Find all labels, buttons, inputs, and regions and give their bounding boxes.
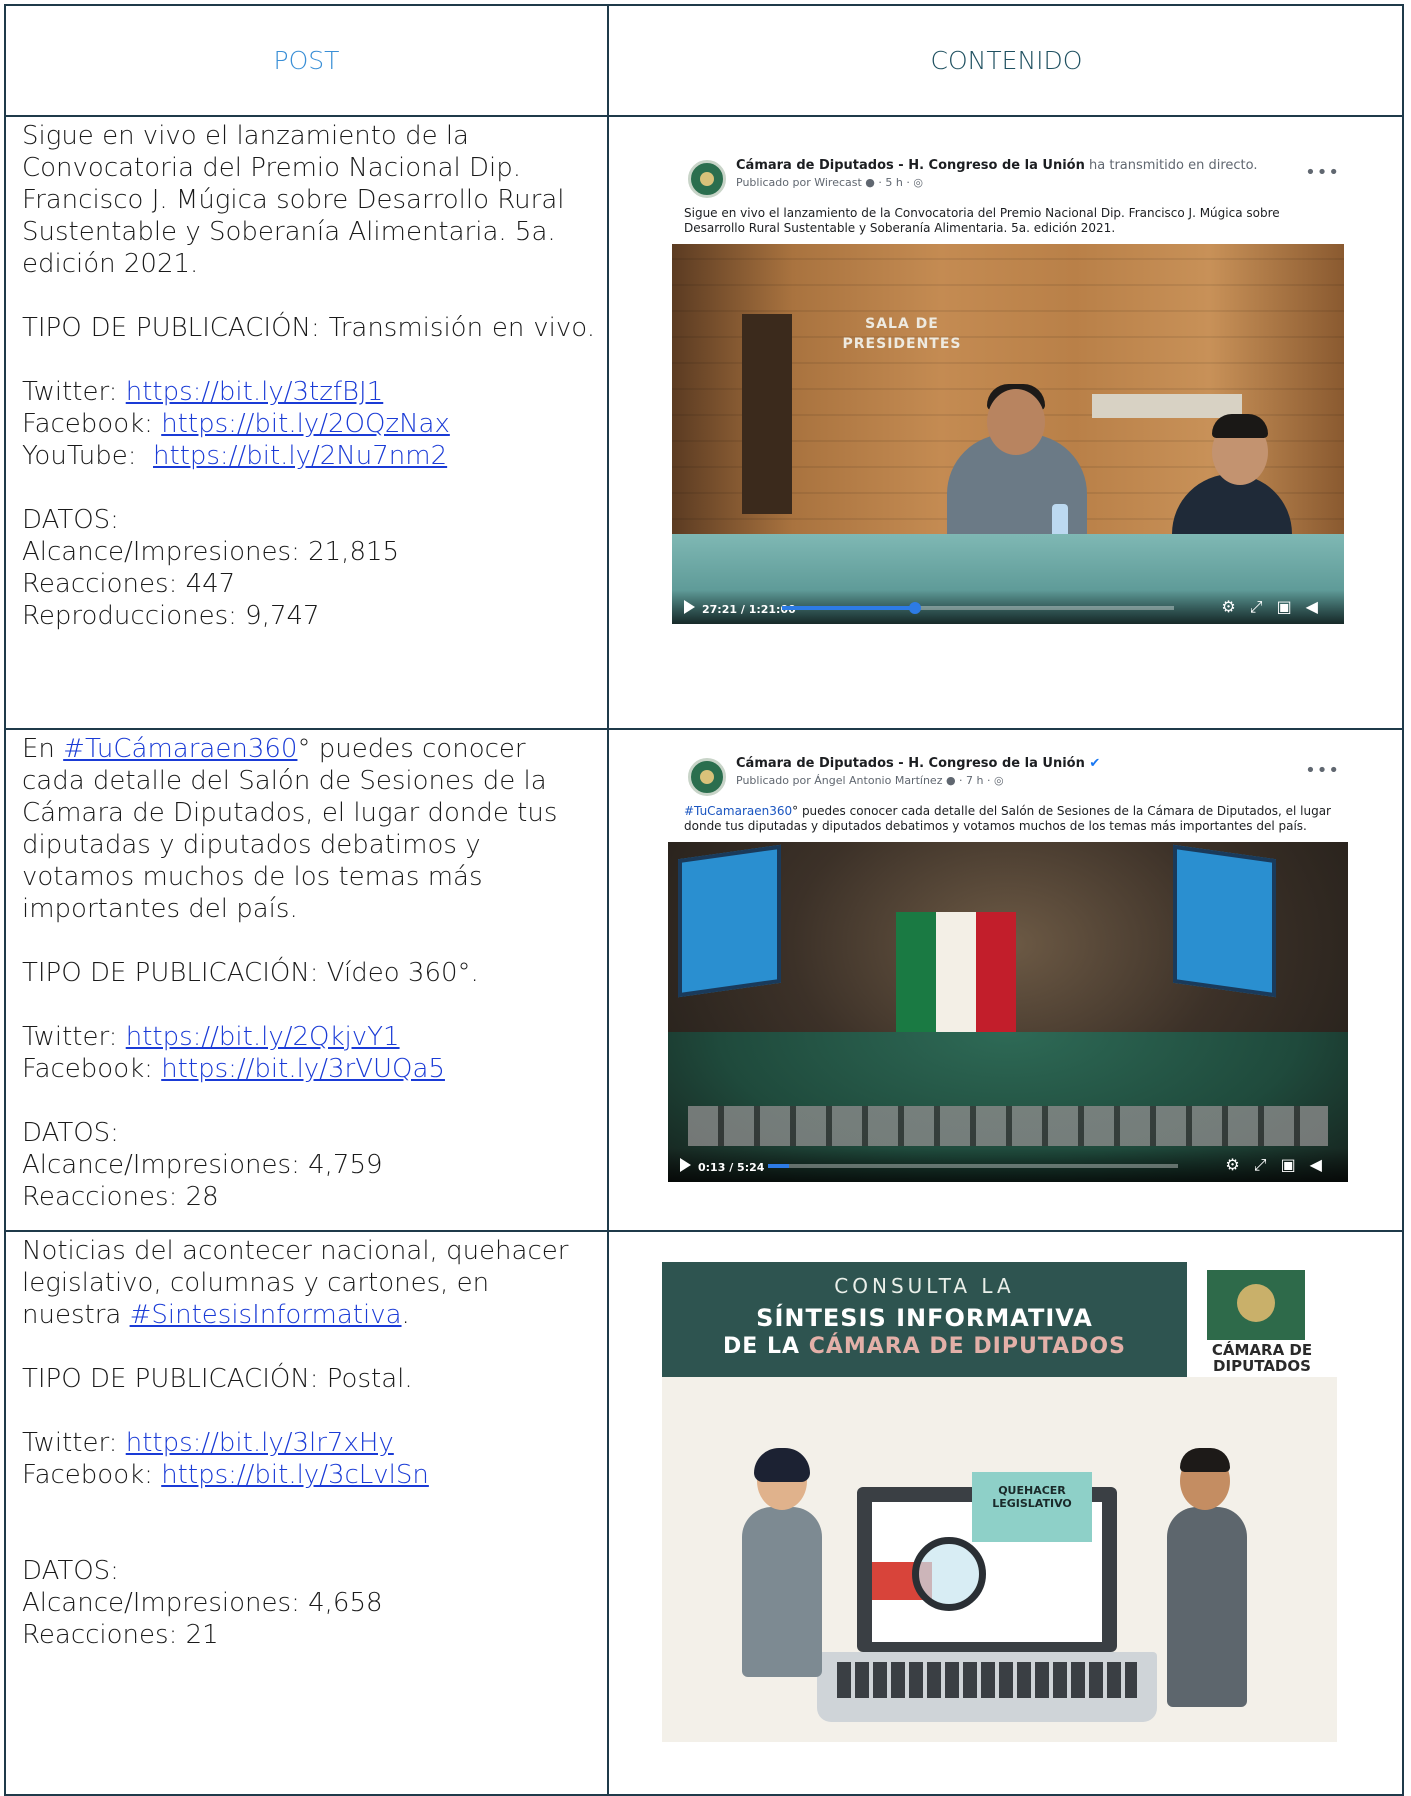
chamber-logo-icon	[1207, 1270, 1305, 1340]
row-divider	[6, 728, 1402, 730]
datos-title: DATOS:	[22, 1556, 119, 1586]
post-meta: Publicado por Ángel Antonio Martínez ● ·…	[736, 774, 1004, 787]
link-line: YouTube: https://bit.ly/2Nu7nm2	[22, 440, 595, 472]
metric-reach: Alcance/Impresiones: 21,815	[22, 537, 400, 567]
video-player[interactable]: 0:13 / 5:24 ⚙⤢▣◀	[668, 842, 1348, 1182]
publication-type: TIPO DE PUBLICACIÓN: Transmisión en vivo…	[22, 313, 595, 343]
post-meta: Publicado por Wirecast ● · 5 h · ◎	[736, 176, 923, 189]
link-line: Twitter: https://bit.ly/2QkjvY1	[22, 1022, 400, 1052]
metric-reach: Alcance/Impresiones: 4,759	[22, 1150, 383, 1180]
post-description: #TuCamaraen360° puedes conocer cada deta…	[684, 804, 1331, 833]
post-header: Cámara de Diputados - H. Congreso de la …	[668, 754, 1348, 804]
more-options-icon[interactable]: •••	[1305, 162, 1340, 183]
datos-title: DATOS:	[22, 505, 119, 535]
twitter-link[interactable]: https://bit.ly/2QkjvY1	[126, 1022, 400, 1052]
facebook-link[interactable]: https://bit.ly/3cLvlSn	[161, 1460, 429, 1490]
post-body: En #TuCámaraen360° puedes conocer cada d…	[22, 734, 558, 924]
postal-line-1: CONSULTA LA	[834, 1274, 1015, 1298]
postal-image: CONSULTA LA SÍNTESIS INFORMATIVA DE LA C…	[662, 1262, 1337, 1742]
link-line: Twitter: https://bit.ly/3tzfBJ1	[22, 376, 595, 408]
facebook-post-2: Cámara de Diputados - H. Congreso de la …	[668, 754, 1348, 1182]
page-avatar[interactable]	[688, 160, 726, 198]
post-text-2: En #TuCámaraen360° puedes conocer cada d…	[22, 733, 595, 1213]
header-contenido: CONTENIDO	[930, 46, 1083, 75]
header-post: POST	[273, 46, 340, 75]
hashtag-link[interactable]: #SintesisInformativa	[130, 1300, 402, 1330]
row-divider	[6, 1230, 1402, 1232]
metric-reactions: Reacciones: 447	[22, 569, 236, 599]
twitter-link[interactable]: https://bit.ly/3tzfBJ1	[126, 377, 384, 407]
metric-reactions: Reacciones: 28	[22, 1182, 219, 1212]
play-icon[interactable]	[684, 600, 695, 614]
column-divider	[607, 6, 609, 1794]
link-label: Twitter:	[22, 377, 126, 407]
magnifier-icon	[912, 1537, 986, 1611]
page-name[interactable]: Cámara de Diputados - H. Congreso de la …	[736, 158, 1257, 173]
verified-icon: ✔	[1089, 756, 1101, 771]
link-line: Facebook: https://bit.ly/2OQzNax	[22, 408, 595, 440]
link-line: Facebook: https://bit.ly/3cLvlSn	[22, 1460, 429, 1490]
video-player[interactable]: SALA DE PRESIDENTES 27:21 / 1:21:00 ⚙⤢▣◀	[672, 244, 1344, 624]
header-divider	[6, 115, 1402, 117]
more-options-icon[interactable]: •••	[1305, 760, 1340, 781]
link-label: YouTube:	[22, 441, 154, 471]
post-body: Noticias del acontecer nacional, quehace…	[22, 1236, 569, 1330]
flag-image	[896, 912, 1016, 1032]
facebook-post-1: Cámara de Diputados - H. Congreso de la …	[668, 156, 1348, 624]
metric-reach: Alcance/Impresiones: 4,658	[22, 1588, 383, 1618]
page-avatar[interactable]	[688, 758, 726, 796]
postal-line-3: DE LA CÁMARA DE DIPUTADOS	[723, 1334, 1126, 1359]
postal-line-2: SÍNTESIS INFORMATIVA	[756, 1304, 1093, 1332]
play-icon[interactable]	[680, 1158, 691, 1172]
facebook-link[interactable]: https://bit.ly/2OQzNax	[161, 409, 450, 439]
page-name[interactable]: Cámara de Diputados - H. Congreso de la …	[736, 756, 1100, 771]
post-text-3: Noticias del acontecer nacional, quehace…	[22, 1235, 595, 1651]
keyboard	[837, 1662, 1137, 1698]
video-time: 0:13 / 5:24	[698, 1161, 765, 1174]
publication-type: TIPO DE PUBLICACIÓN: Postal.	[22, 1364, 413, 1394]
post-header: Cámara de Diputados - H. Congreso de la …	[668, 156, 1348, 206]
link-line: Facebook: https://bit.ly/3rVUQa5	[22, 1054, 445, 1084]
post-body: Sigue en vivo el lanzamiento de la Convo…	[22, 121, 565, 279]
progress-bar[interactable]	[768, 1164, 1178, 1168]
facebook-link[interactable]: https://bit.ly/3rVUQa5	[161, 1054, 445, 1084]
post-description: Sigue en vivo el lanzamiento de la Convo…	[684, 206, 1280, 235]
speech-bubble-text: QUEHACER LEGISLATIVO	[992, 1484, 1072, 1510]
progress-bar[interactable]	[782, 602, 1174, 614]
twitter-link[interactable]: https://bit.ly/3lr7xHy	[126, 1428, 394, 1458]
youtube-link[interactable]: https://bit.ly/2Nu7nm2	[153, 441, 447, 471]
post-text-1: Sigue en vivo el lanzamiento de la Convo…	[22, 120, 595, 632]
link-line: Twitter: https://bit.ly/3lr7xHy	[22, 1428, 394, 1458]
logo-text: CÁMARA DE DIPUTADOS	[1211, 1341, 1313, 1375]
video-controls[interactable]: ⚙⤢▣◀	[1221, 597, 1332, 617]
link-label: Facebook:	[22, 409, 162, 439]
metric-plays: Reproducciones: 9,747	[22, 601, 320, 631]
metric-reactions: Reacciones: 21	[22, 1620, 219, 1650]
video-controls[interactable]: ⚙⤢▣◀	[1225, 1155, 1336, 1175]
wall-sign: SALA DE PRESIDENTES	[842, 316, 962, 352]
datos-title: DATOS:	[22, 1118, 119, 1148]
hashtag-link[interactable]: #TuCámaraen360	[63, 734, 297, 764]
publication-type: TIPO DE PUBLICACIÓN: Vídeo 360°.	[22, 958, 479, 988]
